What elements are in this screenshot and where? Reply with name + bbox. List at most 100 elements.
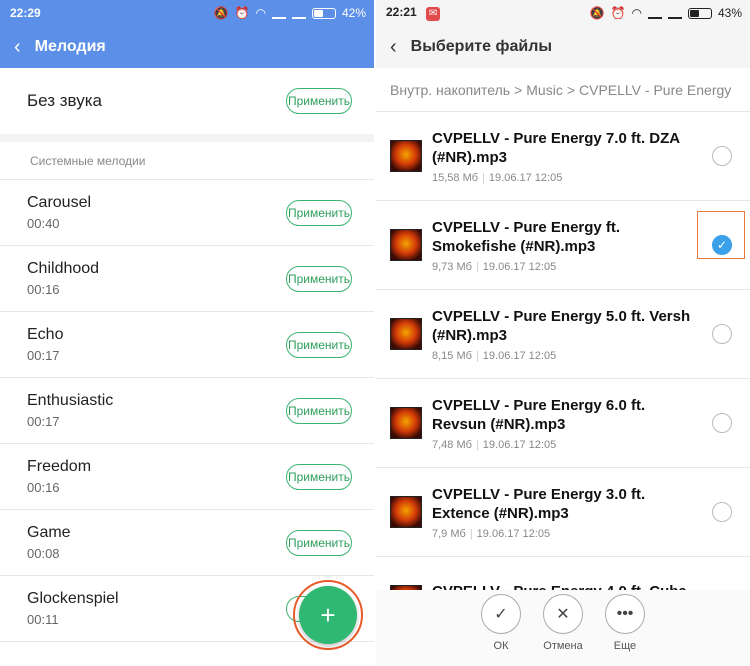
alarm-icon: ⏰ (610, 6, 626, 20)
melody-duration: 00:16 (27, 282, 60, 297)
page-title: Выберите файлы (410, 38, 553, 55)
breadcrumb-item[interactable]: CVPELLV - Pure Energy (579, 82, 731, 98)
action-label: ОК (493, 640, 509, 652)
silent-row[interactable]: Без звука Применить (0, 68, 374, 142)
battery-percent: 42% (341, 6, 366, 20)
battery-icon (687, 7, 712, 19)
breadcrumb-item[interactable]: Music (526, 82, 563, 98)
ok-button[interactable]: ✓ ОК (481, 594, 521, 652)
more-button[interactable]: ••• Еще (605, 594, 645, 652)
chevron-right-icon: > (566, 81, 576, 98)
album-art-thumbnail (390, 407, 422, 439)
checkbox[interactable] (712, 146, 732, 166)
notification-icon: ✉ (426, 6, 441, 21)
add-button[interactable]: + (299, 586, 357, 644)
apply-button[interactable]: Применить (286, 199, 352, 226)
file-name: CVPELLV - Pure Energy 6.0 ft. Revsun (#N… (432, 396, 646, 433)
melody-name: Freedom (27, 458, 92, 475)
action-label: Еще (613, 640, 637, 652)
mute-icon: 🔕 (589, 6, 605, 20)
melody-duration: 00:11 (27, 612, 59, 627)
file-row[interactable]: CVPELLV - Pure Energy 3.0 ft. Extence (#… (376, 468, 750, 557)
melody-name: Carousel (27, 194, 92, 211)
melody-row[interactable]: Childhood 00:16 Применить (0, 246, 374, 312)
cancel-button[interactable]: ✕ Отмена (543, 594, 583, 652)
silent-label: Без звука (27, 91, 102, 110)
meta-separator: | (469, 527, 473, 540)
back-icon[interactable]: ‹ (14, 37, 21, 57)
melody-row[interactable]: Carousel 00:40 Применить (0, 180, 374, 246)
file-name: CVPELLV - Pure Energy 7.0 ft. DZA (#NR).… (432, 129, 680, 166)
signal-icon (271, 7, 286, 19)
file-name: CVPELLV - Pure Energy 5.0 ft. Versh (#NR… (432, 307, 691, 344)
melody-row[interactable]: Enthusiastic 00:17 Применить (0, 378, 374, 444)
file-row[interactable]: CVPELLV - Pure Energy ft. Smokefishe (#N… (376, 201, 750, 290)
apply-button[interactable]: Применить (286, 88, 352, 114)
wifi-icon: ◠ (631, 6, 642, 20)
melody-name: Childhood (27, 260, 100, 277)
status-bar: 22:21 ✉ 🔕 ⏰ ◠ 43% (376, 0, 750, 26)
check-icon: ✓ (716, 238, 728, 252)
ringtone-panel: 22:29 🔕 ⏰ ◠ 42% ‹ Мелодия Без звука Прим… (0, 0, 374, 666)
file-meta: 7,9 Мб | 19.06.17 12:05 (432, 528, 750, 540)
apply-button[interactable]: Применить (286, 265, 352, 292)
melody-name: Glockenspiel (27, 590, 119, 607)
melody-duration: 00:16 (27, 480, 60, 495)
status-bar: 22:29 🔕 ⏰ ◠ 42% (0, 0, 374, 26)
plus-icon: + (320, 599, 336, 630)
file-size: 15,58 Мб (432, 171, 479, 184)
chevron-right-icon: > (514, 81, 523, 98)
file-date: 19.06.17 12:05 (482, 349, 557, 362)
melody-list: Carousel 00:40 Применить Childhood 00:16 Прим… (0, 180, 374, 642)
meta-separator: | (482, 171, 485, 184)
file-row[interactable]: CVPELLV - Pure Energy 6.0 ft. Revsun (#N… (376, 379, 750, 468)
checkbox[interactable] (712, 324, 732, 344)
meta-separator: | (475, 438, 479, 451)
file-date: 19.06.17 12:05 (482, 260, 557, 273)
status-time: 22:29 (10, 6, 41, 20)
alarm-icon: ⏰ (234, 6, 250, 20)
file-date: 19.06.17 12:05 (482, 438, 557, 451)
melody-row[interactable]: Freedom 00:16 Применить (0, 444, 374, 510)
apply-button[interactable]: Применить (286, 529, 352, 556)
apply-button[interactable]: Применить (286, 463, 352, 490)
file-size: 7,9 Мб (432, 527, 466, 540)
album-art-thumbnail (390, 140, 422, 172)
close-icon: ✕ (543, 594, 583, 634)
breadcrumb: Внутр. накопитель > Music > CVPELLV - Pu… (376, 68, 750, 112)
check-icon: ✓ (481, 594, 521, 634)
album-art-thumbnail (390, 496, 422, 528)
page-title: Мелодия (34, 38, 106, 55)
apply-button[interactable]: Применить (286, 397, 352, 424)
status-time: 22:21 (386, 5, 417, 20)
file-size: 7,48 Мб (432, 438, 472, 451)
back-icon[interactable]: ‹ (390, 37, 397, 57)
meta-separator: | (475, 260, 479, 273)
section-header: Системные мелодии (0, 142, 374, 180)
breadcrumb-item[interactable]: Внутр. накопитель (390, 82, 510, 98)
melody-duration: 00:08 (27, 546, 60, 561)
checkbox-checked[interactable]: ✓ (712, 235, 732, 255)
meta-separator: | (475, 349, 479, 362)
file-meta: 15,58 Мб | 19.06.17 12:05 (432, 172, 750, 184)
melody-duration: 00:40 (27, 216, 60, 231)
file-meta: 9,73 Мб | 19.06.17 12:05 (432, 261, 750, 273)
file-size: 9,73 Мб (432, 260, 472, 273)
apply-button[interactable]: Применить (286, 331, 352, 358)
album-art-thumbnail (390, 318, 422, 350)
melody-name: Enthusiastic (27, 392, 114, 409)
file-name: CVPELLV - Pure Energy ft. Smokefishe (#N… (432, 218, 621, 255)
file-name: CVPELLV - Pure Energy 3.0 ft. Extence (#… (432, 485, 646, 522)
file-row[interactable]: CVPELLV - Pure Energy 7.0 ft. DZA (#NR).… (376, 112, 750, 201)
checkbox[interactable] (712, 502, 732, 522)
checkbox[interactable] (712, 413, 732, 433)
file-picker-panel: 22:21 ✉ 🔕 ⏰ ◠ 43% ‹ Выберите файлы Внутр… (376, 0, 750, 666)
battery-icon (311, 7, 336, 19)
melody-row[interactable]: Echo 00:17 Применить (0, 312, 374, 378)
file-date: 19.06.17 12:05 (476, 527, 551, 540)
file-meta: 7,48 Мб | 19.06.17 12:05 (432, 439, 750, 451)
file-row[interactable]: CVPELLV - Pure Energy 5.0 ft. Versh (#NR… (376, 290, 750, 379)
melody-row[interactable]: Game 00:08 Применить (0, 510, 374, 576)
signal-icon (647, 7, 662, 19)
file-meta: 8,15 Мб | 19.06.17 12:05 (432, 350, 750, 362)
